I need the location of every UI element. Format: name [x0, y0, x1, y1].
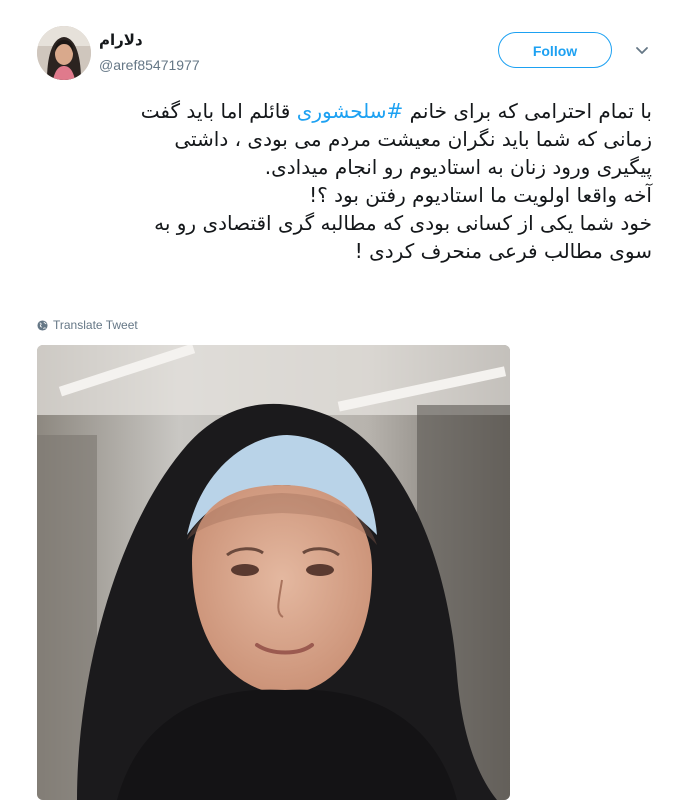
- follow-button[interactable]: Follow: [498, 32, 612, 68]
- tweet-text-line: آخه واقعا اولویت ما استادیوم رفتن بود ؟!: [309, 183, 652, 207]
- tweet-text-line: با تمام احترامی که برای خانم #سلحشوری قا…: [30, 97, 652, 125]
- woman-portrait-image: [37, 345, 510, 800]
- display-name[interactable]: دلارام: [99, 30, 359, 50]
- tweet-text-segment: قائلم اما باید گفت: [140, 99, 297, 123]
- user-info[interactable]: دلارام @aref85471977: [99, 30, 359, 75]
- tweet-text-line: پیگیری ورود زنان به استادیوم رو انجام می…: [264, 155, 652, 179]
- tweet-photo[interactable]: [37, 345, 510, 800]
- avatar[interactable]: [37, 26, 91, 80]
- tweet-text-line: خود شما یکی از کسانی بودی که مطالبه گری …: [154, 211, 652, 235]
- hashtag-link[interactable]: #سلحشوری: [297, 99, 404, 123]
- tweet-text-line: سوی مطالب فرعی منحرف کردی !: [354, 239, 652, 263]
- avatar-photo-icon: [37, 26, 91, 80]
- user-handle[interactable]: @aref85471977: [99, 55, 359, 75]
- tweet-card: دلارام @aref85471977 Follow با تمام احتر…: [0, 0, 683, 803]
- chevron-down-icon[interactable]: [634, 42, 650, 58]
- globe-icon: [37, 319, 48, 331]
- translate-tweet-link[interactable]: Translate Tweet: [37, 317, 138, 333]
- tweet-text-line: زمانی که شما باید نگران معیشت مردم می بو…: [174, 127, 652, 151]
- tweet-header: دلارام @aref85471977 Follow: [37, 26, 662, 82]
- translate-label: Translate Tweet: [53, 318, 138, 332]
- tweet-text-segment: با تمام احترامی که برای خانم: [403, 99, 652, 123]
- tweet-text: با تمام احترامی که برای خانم #سلحشوری قا…: [30, 97, 652, 265]
